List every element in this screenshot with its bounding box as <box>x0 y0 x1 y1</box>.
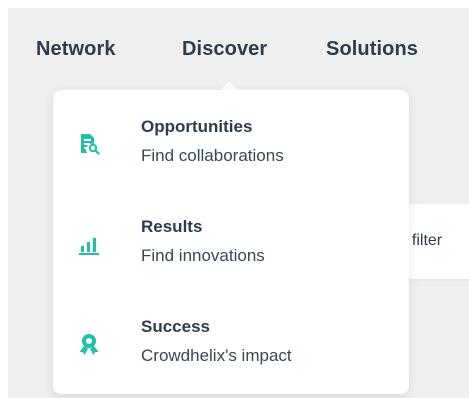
nav-item-discover[interactable]: Discover <box>182 38 267 61</box>
bar-chart-icon <box>77 232 101 256</box>
menu-item-description: Find collaborations <box>141 146 284 165</box>
menu-item-success[interactable]: Success Crowdhelix's impact <box>53 308 409 388</box>
menu-item-title: Results <box>141 217 203 236</box>
menu-item-description: Find innovations <box>141 246 265 265</box>
award-ribbon-icon <box>77 332 101 356</box>
document-search-icon <box>77 132 101 156</box>
menu-item-description: Crowdhelix's impact <box>141 346 292 365</box>
nav-item-network[interactable]: Network <box>36 38 116 61</box>
menu-item-title: Opportunities <box>141 117 253 136</box>
menu-item-opportunities[interactable]: Opportunities Find collaborations <box>53 108 409 188</box>
menu-item-title: Success <box>141 317 210 336</box>
discover-dropdown-menu: Opportunities Find collaborations Result… <box>53 90 409 394</box>
main-nav: Network Discover Solutions <box>0 8 469 90</box>
nav-item-solutions[interactable]: Solutions <box>326 38 418 61</box>
menu-item-results[interactable]: Results Find innovations <box>53 208 409 288</box>
top-edge <box>0 0 469 8</box>
